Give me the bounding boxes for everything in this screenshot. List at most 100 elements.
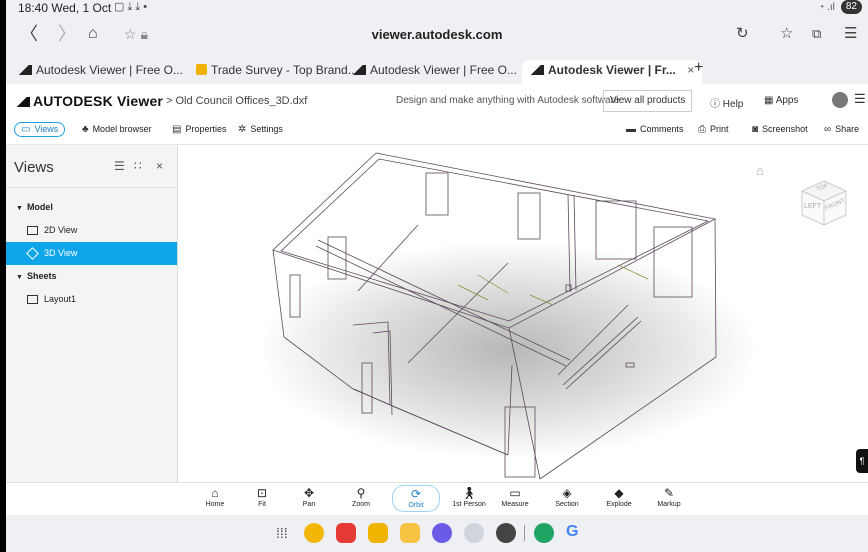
item-label: 3D View bbox=[44, 248, 78, 258]
autodesk-mark-icon bbox=[16, 97, 30, 107]
browser-toolbar: 〈 〉 ⌂ ☆ 🔒︎ viewer.autodesk.com ↻ ☆ ⧉ ☰ bbox=[6, 16, 868, 56]
close-panel-icon[interactable]: × bbox=[156, 159, 163, 173]
share-label: Share bbox=[835, 124, 860, 134]
tool-label: Orbit bbox=[408, 502, 424, 509]
avatar[interactable] bbox=[832, 92, 848, 108]
view-all-products-button[interactable]: View all products bbox=[603, 90, 693, 112]
file-name: Old Council Offices_3D.dxf bbox=[175, 95, 308, 107]
camera-icon: ◙ bbox=[752, 124, 759, 135]
chevron-right-icon: > bbox=[166, 95, 173, 107]
comments-label: Comments bbox=[640, 124, 684, 134]
pan-tool-button[interactable]: ✥ Pan bbox=[286, 485, 332, 508]
hamburger-menu-icon[interactable]: ☰ bbox=[854, 91, 866, 107]
model-tree-icon: ♣ bbox=[82, 124, 89, 135]
viewcube-home-icon[interactable]: ⌂ bbox=[756, 163, 764, 178]
chrome-app-icon[interactable] bbox=[534, 523, 554, 543]
tool-label: Section bbox=[555, 501, 579, 508]
properties-button[interactable]: ▤ Properties bbox=[172, 124, 226, 135]
tree-item-layout1[interactable]: Layout1 bbox=[6, 288, 177, 311]
viewcube[interactable]: TOP LEFT FRONT bbox=[798, 177, 850, 229]
explode-tool-button[interactable]: ◆ Explode bbox=[596, 485, 642, 508]
first-person-tool-button[interactable]: 🚶︎ 1st Person bbox=[446, 485, 492, 508]
tab-autodesk-1[interactable]: Autodesk Viewer | Free O... bbox=[18, 60, 183, 82]
print-button[interactable]: ⎙ Print bbox=[698, 124, 729, 135]
pin-icon: ¶ bbox=[859, 456, 865, 466]
notification-icons: ▢ ⤓ ⤓ • bbox=[114, 1, 148, 13]
home-icon: ⌂ bbox=[211, 486, 219, 500]
settings-app-icon[interactable] bbox=[496, 523, 516, 543]
gear-icon: ✲ bbox=[238, 124, 247, 135]
markup-tool-button[interactable]: ✎ Markup bbox=[646, 485, 692, 508]
dock-app-1-icon[interactable] bbox=[304, 523, 324, 543]
item-label: 2D View bbox=[44, 225, 78, 235]
comments-button[interactable]: ▬ Comments bbox=[626, 124, 684, 135]
printer-icon: ⎙ bbox=[698, 124, 706, 135]
tool-label: Measure bbox=[501, 501, 529, 508]
tabs-count-icon[interactable]: ⧉ bbox=[812, 24, 821, 44]
screenshot-button[interactable]: ◙ Screenshot bbox=[752, 124, 808, 135]
apps-label: Apps bbox=[775, 95, 799, 106]
new-tab-button[interactable]: + bbox=[694, 58, 703, 80]
trade-survey-app-icon[interactable] bbox=[368, 523, 388, 543]
cube-icon bbox=[26, 247, 39, 260]
notes-app-icon[interactable] bbox=[400, 523, 420, 543]
model-browser-label: Model browser bbox=[92, 124, 152, 134]
favorites-icon[interactable]: ☆ bbox=[780, 24, 793, 44]
dock-app-2-icon[interactable] bbox=[336, 523, 356, 543]
section-label: Sheets bbox=[26, 271, 57, 281]
tool-label: Fit bbox=[258, 501, 266, 508]
camera-app-icon[interactable] bbox=[464, 523, 484, 543]
list-view-icon[interactable]: ☰ bbox=[114, 159, 125, 173]
home-tool-button[interactable]: ⌂ Home bbox=[192, 485, 238, 508]
section-label: Model bbox=[26, 202, 53, 212]
tree-section-sheets[interactable]: ▼ Sheets bbox=[6, 265, 177, 288]
help-button[interactable]: ⓘ Help bbox=[710, 95, 743, 110]
logo-text: AUTODESK Viewer bbox=[33, 93, 164, 109]
app-drawer-icon[interactable]: ⁞⁞⁞ bbox=[276, 525, 288, 541]
tool-label: Zoom bbox=[352, 501, 370, 508]
autodesk-favicon-icon bbox=[530, 65, 544, 75]
views-panel: Views ☰ ∷ × ▼ Model 2D View 3D View ▼ Shee… bbox=[6, 145, 178, 482]
apps-button[interactable]: ▦ Apps bbox=[764, 95, 798, 106]
trade-survey-favicon-icon bbox=[196, 64, 207, 75]
tool-label: Markup bbox=[657, 501, 681, 508]
settings-button[interactable]: ✲ Settings bbox=[238, 124, 283, 135]
tree-item-3d-view[interactable]: 3D View bbox=[6, 242, 177, 265]
orbit-tool-button[interactable]: ⟳ Orbit bbox=[392, 485, 440, 512]
tab-autodesk-2[interactable]: Autodesk Viewer | Free O... bbox=[352, 60, 517, 82]
fit-tool-button[interactable]: ⊡ Fit bbox=[239, 485, 285, 508]
google-app-icon[interactable]: G bbox=[566, 523, 578, 541]
app-dock: ⁞⁞⁞ G bbox=[6, 515, 868, 552]
autodesk-favicon-icon bbox=[352, 65, 366, 75]
measure-tool-button[interactable]: ▭ Measure bbox=[492, 485, 538, 508]
section-tool-button[interactable]: ◈ Section bbox=[544, 485, 590, 508]
zoom-tool-button[interactable]: ⚲ Zoom bbox=[338, 485, 384, 508]
views-icon: ▭ bbox=[21, 124, 31, 135]
views-button[interactable]: ▭ Views bbox=[14, 122, 66, 137]
tree-section-model[interactable]: ▼ Model bbox=[6, 196, 177, 219]
status-bar: 18:40 Wed, 1 Oct ▢ ⤓ ⤓ • ◔ .ıl 82 bbox=[6, 0, 868, 16]
explode-icon: ◆ bbox=[614, 486, 624, 500]
tab-label: Autodesk Viewer | Fr... bbox=[548, 63, 676, 77]
viewer-toolbar: ▭ Views ♣ Model browser ▤ Properties ✲ Setti… bbox=[6, 118, 868, 145]
autodesk-logo[interactable]: AUTODESK Viewer bbox=[16, 93, 163, 109]
dock-app-5-icon[interactable] bbox=[432, 523, 452, 543]
model-browser-button[interactable]: ♣ Model browser bbox=[82, 124, 152, 135]
tool-label: Pan bbox=[302, 501, 316, 508]
browser-menu-icon[interactable]: ☰ bbox=[844, 24, 857, 44]
tab-trade-survey[interactable]: Trade Survey - Top Brand... bbox=[196, 60, 358, 82]
caret-down-icon: ▼ bbox=[16, 274, 23, 281]
orbit-icon: ⟳ bbox=[410, 487, 422, 501]
measure-icon: ▭ bbox=[509, 486, 521, 500]
tab-autodesk-active[interactable]: Autodesk Viewer | Fr... × bbox=[522, 60, 703, 84]
sheet-icon bbox=[27, 226, 38, 235]
grid-view-icon[interactable]: ∷ bbox=[134, 159, 142, 173]
share-button[interactable]: ∞ Share bbox=[824, 124, 859, 135]
side-panel-tab[interactable]: ¶ bbox=[856, 449, 868, 473]
tool-label: Home bbox=[205, 501, 225, 508]
views-panel-title: Views bbox=[14, 159, 54, 176]
tree-item-2d-view[interactable]: 2D View bbox=[6, 219, 177, 242]
screenshot-label: Screenshot bbox=[762, 124, 808, 134]
model-viewport[interactable]: TOP LEFT FRONT ⌂ bbox=[178, 145, 868, 482]
reload-icon[interactable]: ↻ bbox=[736, 24, 749, 44]
